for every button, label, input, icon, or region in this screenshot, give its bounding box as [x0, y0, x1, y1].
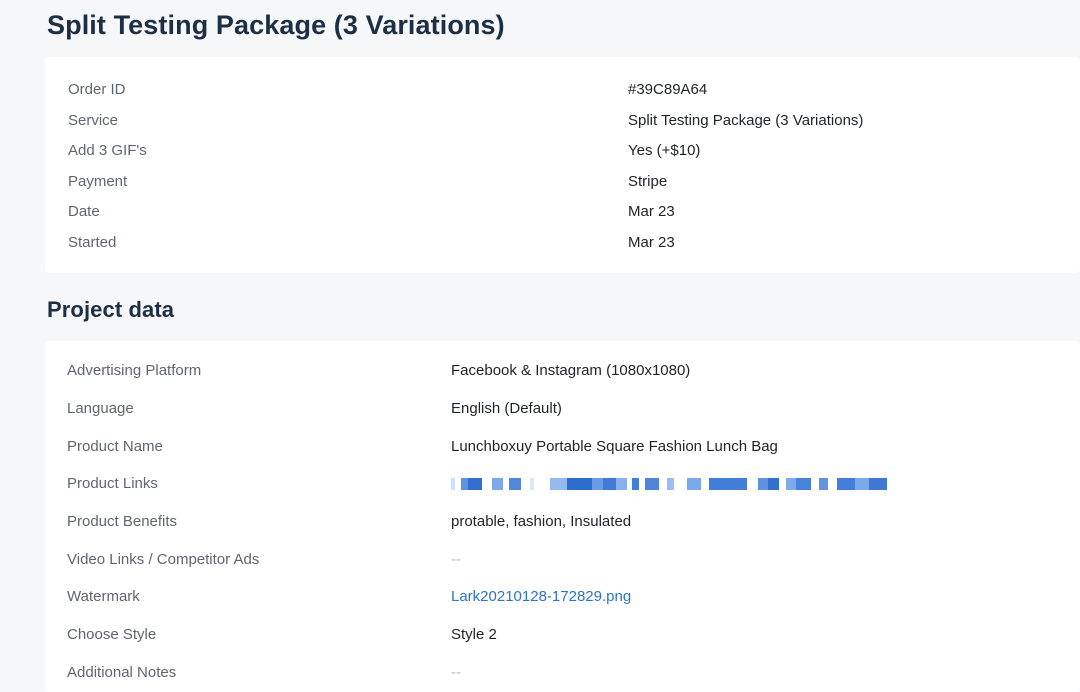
product-name-row: Product Name Lunchboxuy Portable Square … — [45, 434, 1080, 458]
advertising-platform-row: Advertising Platform Facebook & Instagra… — [45, 358, 1080, 382]
date-value: Mar 23 — [628, 202, 675, 220]
order-id-row: Order ID #39C89A64 — [45, 77, 1080, 101]
started-label: Started — [68, 233, 117, 251]
additional-notes-value: -- — [451, 663, 461, 681]
advertising-platform-value: Facebook & Instagram (1080x1080) — [451, 361, 691, 379]
project-data-card: Advertising Platform Facebook & Instagra… — [45, 341, 1080, 692]
payment-value: Stripe — [628, 172, 668, 190]
product-benefits-value: protable, fashion, Insulated — [451, 512, 632, 530]
video-links-value: -- — [451, 550, 461, 568]
choose-style-label: Choose Style — [67, 625, 157, 643]
advertising-platform-label: Advertising Platform — [67, 361, 202, 379]
choose-style-row: Choose Style Style 2 — [45, 622, 1080, 646]
date-label: Date — [68, 202, 100, 220]
service-label: Service — [68, 111, 119, 129]
payment-label: Payment — [68, 172, 128, 190]
project-data-title: Project data — [47, 297, 175, 322]
gif-addon-value: Yes (+$10) — [628, 141, 701, 159]
language-row: Language English (Default) — [45, 396, 1080, 420]
started-row: Started Mar 23 — [45, 230, 1080, 254]
service-row: Service Split Testing Package (3 Variati… — [45, 108, 1080, 132]
product-benefits-label: Product Benefits — [67, 512, 178, 530]
product-links-label: Product Links — [67, 474, 158, 492]
watermark-label: Watermark — [67, 587, 140, 605]
watermark-row: Watermark Lark20210128-172829.png — [45, 584, 1080, 608]
product-benefits-row: Product Benefits protable, fashion, Insu… — [45, 509, 1080, 533]
additional-notes-row: Additional Notes -- — [45, 660, 1080, 684]
product-name-value: Lunchboxuy Portable Square Fashion Lunch… — [451, 437, 778, 455]
service-value: Split Testing Package (3 Variations) — [628, 111, 864, 129]
product-name-label: Product Name — [67, 437, 163, 455]
video-links-label: Video Links / Competitor Ads — [67, 550, 260, 568]
gif-addon-label: Add 3 GIF's — [68, 141, 147, 159]
order-summary-card: Order ID #39C89A64 Service Split Testing… — [45, 57, 1080, 273]
product-link[interactable] — [451, 478, 887, 490]
watermark-link[interactable]: Lark20210128-172829.png — [451, 588, 631, 605]
date-row: Date Mar 23 — [45, 199, 1080, 223]
gif-addon-row: Add 3 GIF's Yes (+$10) — [45, 138, 1080, 162]
language-label: Language — [67, 399, 134, 417]
product-links-row: Product Links — [45, 471, 1080, 495]
video-links-row: Video Links / Competitor Ads -- — [45, 547, 1080, 571]
language-value: English (Default) — [451, 399, 562, 417]
page-title: Split Testing Package (3 Variations) — [47, 10, 505, 40]
order-id-label: Order ID — [68, 80, 126, 98]
payment-row: Payment Stripe — [45, 169, 1080, 193]
order-details-page: Split Testing Package (3 Variations) Ord… — [0, 0, 1080, 692]
choose-style-value: Style 2 — [451, 625, 497, 643]
started-value: Mar 23 — [628, 233, 675, 251]
order-id-value: #39C89A64 — [628, 80, 708, 98]
additional-notes-label: Additional Notes — [67, 663, 177, 681]
